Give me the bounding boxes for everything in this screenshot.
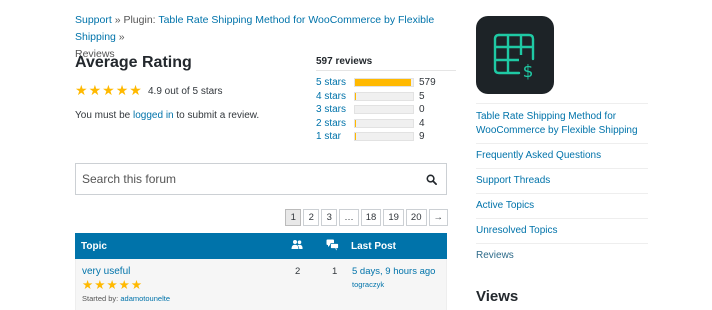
rating-count: 0 [419, 104, 425, 116]
sidebar-plugin-link[interactable]: Table Rate Shipping Method for WooCommer… [476, 103, 648, 143]
table-row: very useful ★ ★ ★ ★ ★ Started by: adamot… [75, 259, 447, 310]
rating-bar-fill [355, 133, 357, 141]
submit-review-note: You must be logged in to submit a review… [75, 110, 259, 121]
svg-text:$: $ [523, 62, 534, 82]
topic-author-link[interactable]: adamotounelte [120, 294, 170, 303]
table-dollar-icon: $ [493, 33, 535, 82]
topic-starter: Started by: adamotounelte [82, 294, 170, 303]
comments-icon [326, 239, 339, 254]
topic-title-link[interactable]: very useful [82, 266, 130, 277]
reviews-total: 597 reviews [316, 56, 456, 71]
topic-freshness-link[interactable]: 5 days, 9 hours ago [352, 266, 435, 277]
sidebar-item-faq[interactable]: Frequently Asked Questions [476, 143, 648, 168]
topics-table-header: Topic Last Post [75, 233, 447, 259]
star-icon: ★ [94, 277, 106, 292]
users-icon [291, 239, 303, 253]
page-link[interactable]: 20 [405, 209, 427, 226]
star-icon: ★ [82, 277, 94, 292]
rating-bar-fill [355, 119, 356, 127]
average-rating-summary: 4.9 out of 5 stars [148, 86, 223, 97]
rating-count: 4 [419, 117, 425, 129]
rating-filter-link[interactable]: 4 stars [316, 91, 354, 102]
search-button[interactable] [416, 164, 446, 194]
reviews-breakdown: 597 reviews 5 stars 579 4 stars 5 3 star… [316, 56, 456, 144]
column-last-post: Last Post [351, 241, 397, 252]
column-topic: Topic [81, 241, 107, 252]
star-icon: ★ [115, 83, 129, 99]
search-icon [426, 174, 437, 185]
plugin-icon[interactable]: $ [476, 16, 554, 94]
login-link[interactable]: logged in [133, 110, 174, 121]
rating-bar [354, 105, 414, 115]
page-link[interactable]: 3 [321, 209, 338, 226]
breadcrumb-separator: » [118, 31, 125, 43]
topic-last-user-link[interactable]: tograczyk [352, 280, 384, 289]
rating-bar [354, 132, 414, 142]
rating-filter-link[interactable]: 2 stars [316, 118, 354, 129]
page-current: 1 [285, 209, 302, 226]
star-icon: ★ [106, 277, 118, 292]
star-icon: ★ [75, 83, 88, 99]
breadcrumb-support-link[interactable]: Support [75, 14, 112, 26]
next-page-button[interactable]: → [428, 209, 448, 226]
views-heading: Views [476, 288, 519, 305]
sidebar-item-reviews[interactable]: Reviews [476, 243, 648, 268]
rating-bar [354, 78, 414, 88]
sidebar-item-active-topics[interactable]: Active Topics [476, 193, 648, 218]
rating-bar [354, 118, 414, 128]
star-icon: ★ [130, 277, 143, 292]
submit-note-suffix: to submit a review. [173, 110, 260, 121]
rating-filter-link[interactable]: 1 star [316, 131, 354, 142]
breadcrumb-plugin-prefix: Plugin: [123, 14, 156, 26]
rating-row-5: 5 stars 579 [316, 76, 456, 90]
pagination: 1 2 3 … 18 19 20 → [285, 209, 448, 226]
rating-bar-fill [355, 79, 412, 87]
breadcrumb-separator: » [114, 14, 121, 26]
rating-row-1: 1 star 9 [316, 130, 456, 144]
search-input[interactable] [76, 172, 416, 186]
page-link[interactable]: 2 [303, 209, 320, 226]
star-icon: ★ [88, 83, 102, 99]
star-icon: ★ [102, 83, 115, 99]
rating-row-4: 4 stars 5 [316, 90, 456, 104]
average-rating-stars: ★ ★ ★ ★ ★ [75, 84, 142, 98]
rating-filter-link[interactable]: 5 stars [316, 77, 354, 88]
sidebar-item-unresolved-topics[interactable]: Unresolved Topics [476, 218, 648, 243]
rating-count: 9 [419, 131, 425, 143]
topic-voice-count: 2 [295, 266, 301, 277]
sidebar: Table Rate Shipping Method for WooCommer… [476, 103, 648, 268]
star-icon: ★ [118, 277, 130, 292]
page-ellipsis: … [339, 209, 359, 226]
average-rating-title: Average Rating [75, 54, 192, 71]
rating-row-2: 2 stars 4 [316, 117, 456, 131]
rating-bar [354, 91, 414, 101]
rating-row-3: 3 stars 0 [316, 103, 456, 117]
rating-bar-fill [355, 92, 356, 100]
page-link[interactable]: 19 [383, 209, 404, 226]
page-link[interactable]: 18 [360, 209, 382, 226]
topic-rating-stars: ★ ★ ★ ★ ★ [82, 278, 142, 291]
forum-search [75, 163, 447, 195]
rating-count: 579 [419, 77, 436, 89]
started-by-label: Started by: [82, 294, 119, 303]
sidebar-item-support-threads[interactable]: Support Threads [476, 168, 648, 193]
submit-note-prefix: You must be [75, 110, 134, 121]
rating-filter-link[interactable]: 3 stars [316, 104, 354, 115]
star-icon: ★ [129, 83, 142, 99]
topic-post-count: 1 [332, 266, 338, 277]
rating-count: 5 [419, 90, 425, 102]
